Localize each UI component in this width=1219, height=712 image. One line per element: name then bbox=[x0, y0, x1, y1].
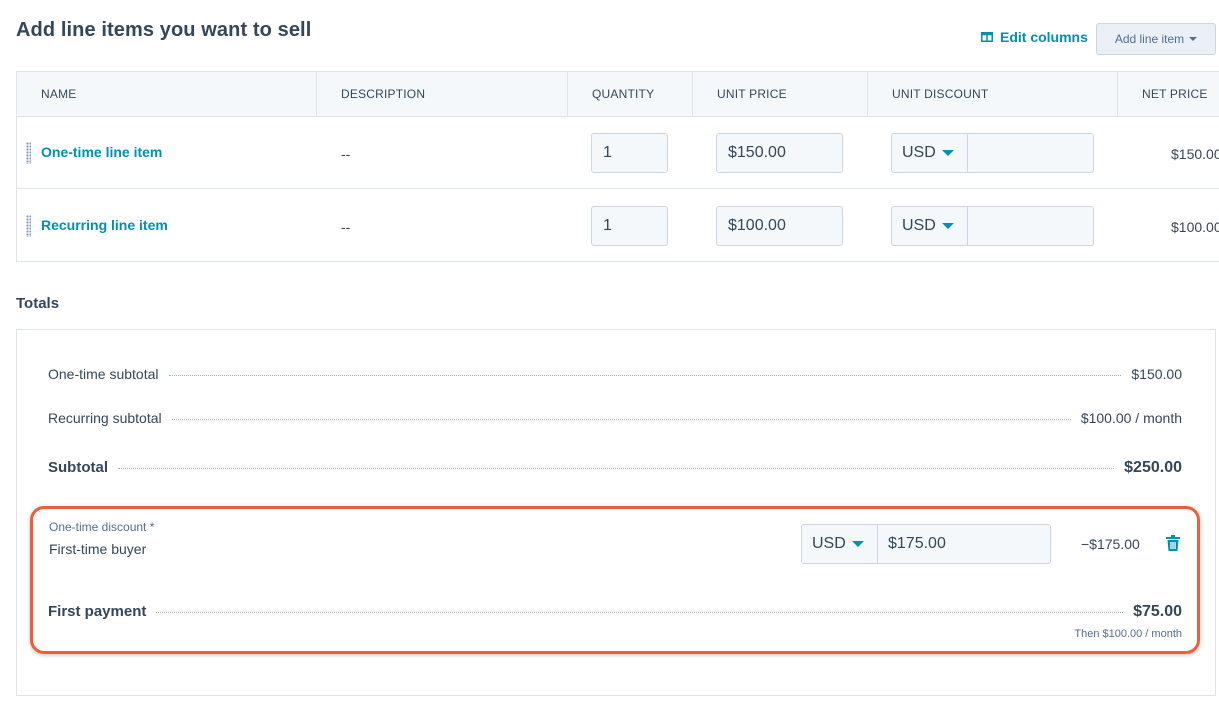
drag-handle-icon[interactable] bbox=[26, 215, 31, 237]
leader-dots bbox=[118, 468, 1115, 469]
column-header-net-price[interactable]: NET PRICE bbox=[1117, 72, 1219, 116]
caret-down-icon bbox=[941, 150, 954, 156]
discount-currency-value: USD bbox=[902, 217, 936, 234]
leader-dots bbox=[156, 612, 1124, 613]
unit-discount-input[interactable] bbox=[968, 133, 1094, 173]
table-header: NAME DESCRIPTION QUANTITY UNIT PRICE UNI… bbox=[17, 72, 1219, 117]
totals-heading: Totals bbox=[16, 295, 60, 312]
discount-type-label: One-time discount * bbox=[49, 520, 155, 534]
line-item-description: -- bbox=[341, 219, 351, 235]
column-header-unit-discount[interactable]: UNIT DISCOUNT bbox=[867, 72, 1117, 116]
net-price-value: $100.00 bbox=[1171, 219, 1219, 235]
discount-currency-select[interactable]: USD bbox=[801, 524, 878, 564]
edit-columns-button[interactable]: Edit columns bbox=[981, 29, 1088, 45]
first-payment-label: First payment bbox=[48, 603, 147, 620]
recurring-subtotal-row: Recurring subtotal $100.00 / month bbox=[48, 410, 1182, 426]
quantity-input[interactable]: 1 bbox=[591, 133, 668, 173]
edit-columns-label: Edit columns bbox=[1000, 29, 1088, 45]
table-row: One-time line item -- 1 $150.00 USD $150… bbox=[17, 117, 1219, 189]
subtotal-value: $250.00 bbox=[1124, 459, 1182, 476]
columns-icon bbox=[981, 32, 993, 42]
one-time-subtotal-label: One-time subtotal bbox=[48, 366, 159, 382]
line-items-table: NAME DESCRIPTION QUANTITY UNIT PRICE UNI… bbox=[16, 71, 1219, 262]
net-price-value: $150.00 bbox=[1171, 146, 1219, 162]
quantity-input[interactable]: 1 bbox=[591, 206, 668, 246]
subtotal-row: Subtotal $250.00 bbox=[48, 459, 1182, 477]
discount-currency-select[interactable]: USD bbox=[891, 206, 968, 246]
discount-amount-input[interactable]: $175.00 bbox=[877, 524, 1051, 564]
leader-dots bbox=[168, 375, 1122, 376]
one-time-subtotal-row: One-time subtotal $150.00 bbox=[48, 366, 1182, 382]
unit-price-input[interactable]: $100.00 bbox=[716, 206, 843, 246]
caret-down-icon bbox=[941, 223, 954, 229]
trash-icon[interactable] bbox=[1166, 535, 1180, 556]
one-time-subtotal-value: $150.00 bbox=[1131, 366, 1182, 382]
applied-discount-value: −$175.00 bbox=[1081, 536, 1140, 552]
discount-currency-value: USD bbox=[902, 144, 936, 161]
column-header-unit-price[interactable]: UNIT PRICE bbox=[692, 72, 867, 116]
first-payment-value: $75.00 bbox=[1133, 603, 1182, 620]
line-item-name-link[interactable]: One-time line item bbox=[41, 144, 162, 160]
subtotal-label: Subtotal bbox=[48, 459, 108, 476]
discount-currency-select[interactable]: USD bbox=[891, 133, 968, 173]
column-header-name[interactable]: NAME bbox=[17, 72, 316, 116]
recurring-note: Then $100.00 / month bbox=[1074, 628, 1182, 640]
drag-handle-icon[interactable] bbox=[26, 142, 31, 164]
caret-down-icon bbox=[851, 541, 864, 547]
caret-down-icon bbox=[1189, 37, 1198, 41]
discount-currency-value: USD bbox=[812, 535, 846, 552]
column-header-quantity[interactable]: QUANTITY bbox=[567, 72, 692, 116]
page-title: Add line items you want to sell bbox=[16, 19, 312, 41]
recurring-subtotal-value: $100.00 / month bbox=[1080, 410, 1182, 426]
leader-dots bbox=[171, 419, 1071, 420]
column-header-description[interactable]: DESCRIPTION bbox=[316, 72, 567, 116]
line-item-description: -- bbox=[341, 146, 351, 162]
discount-name: First-time buyer bbox=[49, 541, 147, 557]
recurring-subtotal-label: Recurring subtotal bbox=[48, 410, 162, 426]
unit-discount-input[interactable] bbox=[968, 206, 1094, 246]
line-item-name-link[interactable]: Recurring line item bbox=[41, 217, 168, 233]
first-payment-row: First payment $75.00 bbox=[48, 603, 1182, 621]
unit-price-input[interactable]: $150.00 bbox=[716, 133, 843, 173]
table-row: Recurring line item -- 1 $100.00 USD $10… bbox=[17, 190, 1219, 261]
add-line-item-button[interactable]: Add line item bbox=[1096, 23, 1216, 55]
add-line-item-label: Add line item bbox=[1114, 32, 1185, 46]
